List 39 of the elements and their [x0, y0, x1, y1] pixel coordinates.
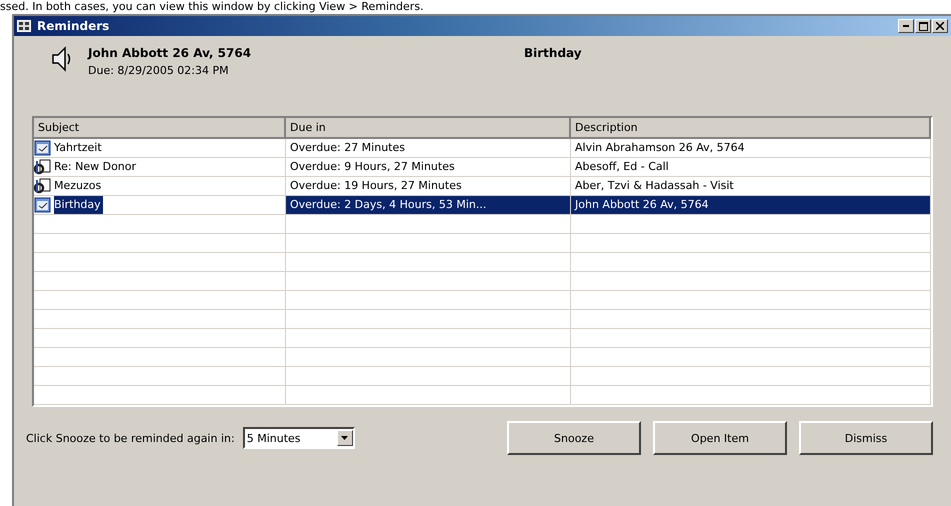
- table-row[interactable]: Birthday: [34, 196, 286, 215]
- reminder-title: Birthday: [524, 46, 582, 60]
- instruction-text: ssed. In both cases, you can view this window by clicking View > Reminders.: [0, 0, 424, 13]
- table-cell: Overdue: 9 Hours, 27 Minutes: [286, 158, 571, 177]
- reminder-subject: John Abbott 26 Av, 5764: [88, 46, 252, 60]
- subject-text: Birthday: [54, 196, 103, 214]
- snooze-dropdown[interactable]: 5 Minutes: [242, 427, 355, 449]
- maximize-icon: [918, 22, 928, 30]
- table-cell: Abesoff, Ed - Call: [571, 158, 931, 177]
- subject-text: Yahrtzeit: [54, 140, 103, 156]
- dialog-button[interactable]: Snooze: [507, 421, 641, 455]
- table-cell: Overdue: 2 Days, 4 Hours, 53 Min...: [286, 196, 571, 215]
- table-cell: Overdue: 19 Hours, 27 Minutes: [286, 177, 571, 196]
- column-header[interactable]: Description: [571, 118, 931, 139]
- window-icon: [17, 20, 31, 32]
- calendar-icon: [34, 197, 52, 213]
- subject-text: Mezuzos: [54, 178, 102, 194]
- reminder-due-time: Due: 8/29/2005 02:34 PM: [88, 64, 230, 77]
- minimize-icon: [903, 25, 909, 27]
- close-icon: [936, 22, 944, 30]
- table-cell: Overdue: 27 Minutes: [286, 139, 571, 158]
- table-row[interactable]: Re: New Donor: [34, 158, 286, 177]
- table-row[interactable]: Yahrtzeit: [34, 139, 286, 158]
- table-cell: Aber, Tzvi & Hadassah - Visit: [571, 177, 931, 196]
- subject-text: Re: New Donor: [54, 159, 138, 175]
- dialog-button[interactable]: Dismiss: [799, 421, 933, 455]
- maximize-button[interactable]: [915, 19, 931, 33]
- speaker-icon: [50, 46, 72, 72]
- table-cell: John Abbott 26 Av, 5764: [571, 196, 931, 215]
- column-header[interactable]: Due in: [286, 118, 571, 139]
- table-cell: Alvin Abrahamson 26 Av, 5764: [571, 139, 931, 158]
- table-row[interactable]: Mezuzos: [34, 177, 286, 196]
- window-title: Reminders: [37, 19, 110, 33]
- calendar-icon: [34, 140, 52, 156]
- column-header[interactable]: Subject: [34, 118, 286, 139]
- close-button[interactable]: [932, 19, 948, 33]
- snooze-label: Click Snooze to be reminded again in:: [26, 432, 235, 444]
- minimize-button[interactable]: [898, 19, 914, 33]
- dialog-button[interactable]: Open Item: [653, 421, 787, 455]
